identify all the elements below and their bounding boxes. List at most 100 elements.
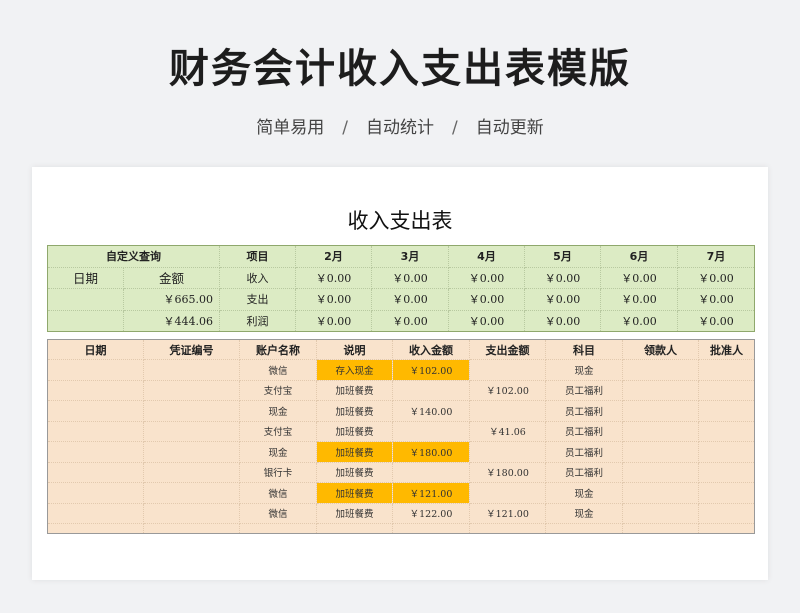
- ledger-cell[interactable]: [47, 400, 144, 422]
- ledger-cell[interactable]: [143, 503, 240, 524]
- ledger-cell[interactable]: [469, 359, 546, 381]
- summary-header-cell: 7月: [677, 245, 755, 268]
- ledger-cell[interactable]: [47, 421, 144, 442]
- ledger-cell[interactable]: [622, 462, 699, 483]
- ledger-cell[interactable]: 加班餐费: [316, 421, 393, 442]
- ledger-cell[interactable]: [47, 503, 144, 524]
- query-cell[interactable]: [47, 310, 124, 332]
- ledger-cell[interactable]: [698, 400, 755, 422]
- ledger-cell[interactable]: [143, 400, 240, 422]
- ledger-cell[interactable]: [47, 482, 144, 504]
- ledger-cell[interactable]: ￥121.00: [392, 482, 470, 504]
- query-cell[interactable]: [47, 288, 124, 311]
- ledger-cell[interactable]: 员工福利: [545, 441, 623, 463]
- ledger-column-header: 账户名称: [239, 339, 317, 360]
- ledger-empty-cell[interactable]: [392, 523, 470, 534]
- ledger-cell[interactable]: [698, 441, 755, 463]
- ledger-cell[interactable]: 微信: [239, 482, 317, 504]
- ledger-cell[interactable]: [392, 380, 470, 401]
- ledger-cell[interactable]: 现金: [239, 441, 317, 463]
- ledger-cell[interactable]: 现金: [545, 503, 623, 524]
- summary-header-cell: 5月: [524, 245, 601, 268]
- ledger-cell[interactable]: [392, 462, 470, 483]
- ledger-empty-cell[interactable]: [698, 523, 755, 534]
- ledger-cell[interactable]: ￥140.00: [392, 400, 470, 422]
- ledger-column-header: 收入金额: [392, 339, 470, 360]
- summary-value: ￥0.00: [677, 267, 755, 289]
- ledger-empty-cell[interactable]: [316, 523, 393, 534]
- ledger-cell[interactable]: [622, 482, 699, 504]
- ledger-cell[interactable]: 加班餐费: [316, 400, 393, 422]
- ledger-cell[interactable]: 员工福利: [545, 462, 623, 483]
- ledger-cell[interactable]: [622, 359, 699, 381]
- ledger-cell[interactable]: 员工福利: [545, 421, 623, 442]
- ledger-cell[interactable]: ￥180.00: [469, 462, 546, 483]
- ledger-cell[interactable]: [622, 421, 699, 442]
- ledger-cell[interactable]: [698, 421, 755, 442]
- ledger-cell[interactable]: [47, 359, 144, 381]
- ledger-cell[interactable]: 加班餐费: [316, 380, 393, 401]
- ledger-cell[interactable]: [143, 421, 240, 442]
- ledger-cell[interactable]: 加班餐费: [316, 503, 393, 524]
- ledger-cell[interactable]: 微信: [239, 503, 317, 524]
- ledger-cell[interactable]: [143, 482, 240, 504]
- summary-value: ￥0.00: [448, 310, 525, 332]
- ledger-cell[interactable]: [47, 380, 144, 401]
- ledger-cell[interactable]: [622, 441, 699, 463]
- ledger-column-header: 领款人: [622, 339, 699, 360]
- ledger-cell[interactable]: [622, 400, 699, 422]
- ledger-empty-cell[interactable]: [545, 523, 623, 534]
- ledger-cell[interactable]: [143, 359, 240, 381]
- ledger-cell[interactable]: 现金: [545, 482, 623, 504]
- ledger-cell[interactable]: ￥121.00: [469, 503, 546, 524]
- ledger-cell[interactable]: [622, 503, 699, 524]
- ledger-cell[interactable]: ￥180.00: [392, 441, 470, 463]
- ledger-cell[interactable]: ￥102.00: [392, 359, 470, 381]
- ledger-cell[interactable]: 微信: [239, 359, 317, 381]
- ledger-cell[interactable]: 现金: [239, 400, 317, 422]
- ledger-cell[interactable]: [698, 503, 755, 524]
- ledger-cell[interactable]: 员工福利: [545, 400, 623, 422]
- query-value[interactable]: ￥665.00: [123, 288, 220, 311]
- ledger-cell[interactable]: 银行卡: [239, 462, 317, 483]
- ledger-cell[interactable]: 支付宝: [239, 380, 317, 401]
- summary-header-cell: 3月: [371, 245, 449, 268]
- ledger-cell[interactable]: [698, 482, 755, 504]
- ledger-cell[interactable]: ￥41.06: [469, 421, 546, 442]
- ledger-cell[interactable]: 加班餐费: [316, 462, 393, 483]
- ledger-empty-cell[interactable]: [622, 523, 699, 534]
- ledger-cell[interactable]: [698, 462, 755, 483]
- ledger-cell[interactable]: [47, 462, 144, 483]
- ledger-cell[interactable]: [143, 462, 240, 483]
- sheet-title: 收入支出表: [347, 209, 453, 233]
- summary-header-row: 自定义查询 项目 2月 3月 4月 5月 6月 7月: [47, 245, 755, 268]
- ledger-cell[interactable]: 支付宝: [239, 421, 317, 442]
- ledger-empty-cell[interactable]: [47, 523, 144, 534]
- summary-value: ￥0.00: [448, 267, 525, 289]
- ledger-cell[interactable]: [143, 441, 240, 463]
- ledger-cell[interactable]: 加班餐费: [316, 482, 393, 504]
- query-value[interactable]: ￥444.06: [123, 310, 220, 332]
- ledger-cell[interactable]: [469, 441, 546, 463]
- ledger-cell[interactable]: 员工福利: [545, 380, 623, 401]
- ledger-cell[interactable]: [469, 482, 546, 504]
- ledger-column-header: 科目: [545, 339, 623, 360]
- ledger-cell[interactable]: [698, 359, 755, 381]
- ledger-cell[interactable]: [469, 400, 546, 422]
- ledger-cell[interactable]: [622, 380, 699, 401]
- ledger-cell[interactable]: 存入现金: [316, 359, 393, 381]
- ledger-cell[interactable]: [47, 441, 144, 463]
- ledger-cell[interactable]: 加班餐费: [316, 441, 393, 463]
- ledger-empty-cell[interactable]: [143, 523, 240, 534]
- ledger-cell[interactable]: 现金: [545, 359, 623, 381]
- ledger-column-header: 日期: [47, 339, 144, 360]
- ledger-cell[interactable]: [698, 380, 755, 401]
- ledger-cell[interactable]: [392, 421, 470, 442]
- ledger-cell[interactable]: [143, 380, 240, 401]
- ledger-cell[interactable]: ￥122.00: [392, 503, 470, 524]
- ledger-empty-cell[interactable]: [469, 523, 546, 534]
- ledger-cell[interactable]: ￥102.00: [469, 380, 546, 401]
- summary-value: ￥0.00: [677, 288, 755, 311]
- ledger-empty-cell[interactable]: [239, 523, 317, 534]
- ledger-row: 银行卡 加班餐费 ￥180.00 员工福利: [47, 462, 755, 483]
